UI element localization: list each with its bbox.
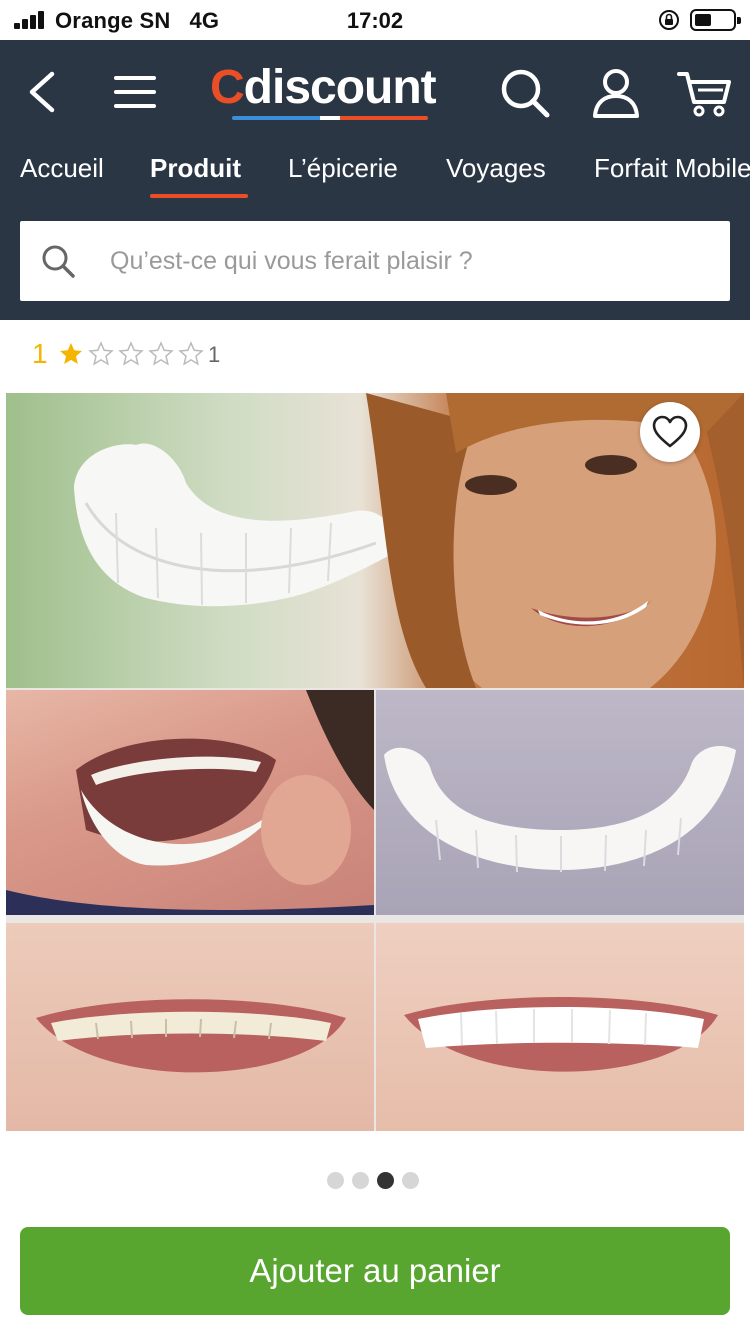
favorite-button[interactable] — [640, 402, 700, 462]
gallery-dot[interactable] — [327, 1172, 344, 1189]
star-empty-icon — [178, 341, 204, 366]
battery-icon — [690, 9, 741, 31]
star-empty-icon — [118, 341, 144, 366]
gallery-dot[interactable] — [352, 1172, 369, 1189]
image-panel-before-smile — [6, 923, 374, 1131]
logo-text: Cdiscount — [210, 61, 437, 114]
cdiscount-logo[interactable]: Cdiscount — [210, 60, 455, 122]
back-icon[interactable] — [22, 68, 62, 116]
orientation-lock-icon — [659, 10, 679, 30]
star-empty-icon — [148, 341, 174, 366]
category-nav: Accueil Produit L’épicerie Voyages Forfa… — [0, 150, 750, 200]
gallery-dot[interactable] — [402, 1172, 419, 1189]
active-tab-indicator — [150, 194, 248, 198]
cart-icon[interactable] — [676, 66, 734, 120]
tab-forfait-mobile[interactable]: Forfait Mobile — [594, 150, 750, 186]
star-empty-icon — [88, 341, 114, 366]
rating-score: 1 — [32, 338, 48, 369]
logo-underline — [232, 116, 428, 120]
tab-accueil[interactable]: Accueil — [20, 150, 104, 186]
add-to-cart-button[interactable]: Ajouter au panier — [20, 1227, 730, 1315]
image-panel-veneer-and-smile — [6, 393, 744, 688]
search-input[interactable] — [110, 239, 710, 283]
tab-produit[interactable]: Produit — [150, 150, 241, 186]
search-field-icon — [42, 245, 75, 278]
heart-outline-icon — [652, 415, 688, 448]
header: Cdiscount Accueil Produit L’épicerie Voy… — [0, 40, 750, 320]
status-time: 17:02 — [346, 8, 404, 33]
product-image[interactable] — [6, 393, 744, 1131]
image-panel-veneer-closeup — [376, 690, 744, 915]
image-panel-after-smile — [376, 923, 744, 1131]
status-bar: Orange SN 4G 17:02 — [0, 0, 750, 40]
rating-count: 1 — [208, 342, 221, 367]
image-panel-fitting-veneer — [6, 690, 374, 915]
gallery-pagination — [327, 1172, 427, 1190]
rating-stars — [58, 341, 208, 367]
menu-icon[interactable] — [110, 70, 160, 114]
tab-voyages[interactable]: Voyages — [446, 150, 546, 186]
search-icon[interactable] — [498, 66, 552, 120]
user-icon[interactable] — [590, 66, 642, 120]
star-filled-icon — [60, 343, 82, 364]
search-bar[interactable] — [20, 221, 730, 301]
tab-epicerie[interactable]: L’épicerie — [288, 150, 398, 186]
gallery-dot-active[interactable] — [377, 1172, 394, 1189]
